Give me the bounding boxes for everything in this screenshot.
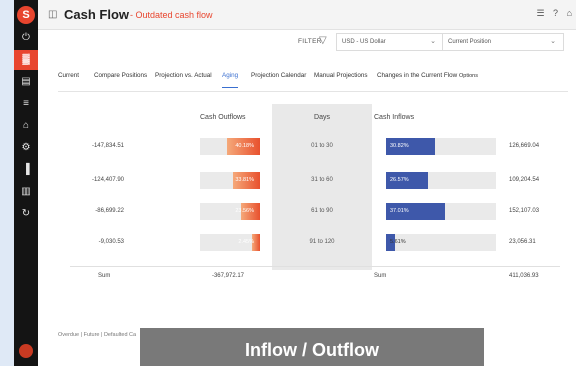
- currency-select-value: USD - US Dollar: [342, 39, 386, 45]
- page-title: Cash Flow: [64, 7, 130, 22]
- inflow-bar[interactable]: 30.82%: [386, 138, 436, 155]
- menu-icon[interactable]: ☰: [536, 8, 544, 18]
- outflow-amount: -9,030.53: [98, 239, 124, 245]
- inflow-bar-track: 26.57%: [386, 172, 496, 189]
- tab-projection-calendar[interactable]: Projection Calendar: [251, 72, 306, 79]
- header-actions: ☰ ? ⌂: [530, 8, 572, 19]
- tab-manual-projections[interactable]: Manual Projections: [314, 72, 368, 79]
- outflow-amount: -86,699.22: [95, 208, 124, 214]
- inflow-amount: 109,204.54: [509, 177, 540, 183]
- chevron-down-icon: ⌄: [430, 38, 436, 45]
- inflow-bar-track: 5.61%: [386, 234, 496, 251]
- outflow-bar[interactable]: 23.56%: [235, 203, 260, 220]
- inflow-bar[interactable]: 5.61%: [386, 234, 406, 251]
- page-status: - Outdated cash flow: [130, 10, 213, 20]
- file-icon[interactable]: ▥: [14, 182, 38, 202]
- outflow-bar-track: 33.81%: [200, 172, 260, 189]
- inflow-bar-track: 30.82%: [386, 138, 496, 155]
- days-column: [272, 104, 372, 270]
- tab-aging[interactable]: Aging: [222, 72, 239, 88]
- inflow-amount: 23,056.31: [509, 239, 536, 245]
- tab-changes-current-flow[interactable]: Changes in the Current Flow: [377, 72, 457, 79]
- outflow-percent: 33.81%: [235, 177, 254, 183]
- app-window: S ⏻ ▓ ▤ ≡ ⌂ ⚙ ▐ ▥ ↻ ◫ Cash Flow - Outdated cash …: [14, 0, 576, 366]
- sum-divider: [70, 266, 560, 267]
- days-range: 91 to 120: [309, 239, 335, 245]
- sum-label-inflow: Sum: [374, 273, 387, 279]
- chart-icon[interactable]: ▓: [14, 50, 38, 70]
- app-logo[interactable]: S: [17, 6, 35, 24]
- filter-icon[interactable]: ▽: [319, 35, 327, 46]
- inflow-percent: 5.61%: [390, 239, 406, 245]
- help-icon[interactable]: ?: [553, 8, 558, 18]
- outflow-bar[interactable]: 33.81%: [232, 172, 260, 189]
- user-icon[interactable]: ⌂: [567, 8, 572, 18]
- header-cash-inflows: Cash Inflows: [374, 114, 415, 121]
- outflow-amount: -147,834.51: [91, 143, 124, 149]
- outflow-bar-track: 2.45%: [200, 234, 260, 251]
- inflow-percent: 26.57%: [390, 177, 409, 183]
- position-select[interactable]: Current Position ⌄: [442, 33, 564, 51]
- position-select-value: Current Position: [448, 39, 492, 45]
- power-icon[interactable]: ⏻: [14, 28, 38, 48]
- inflow-amount: 152,107.03: [509, 208, 540, 214]
- inflow-bar[interactable]: 37.01%: [386, 203, 446, 220]
- caption-banner: Inflow / Outflow: [140, 328, 484, 366]
- header: ◫ Cash Flow - Outdated cash flow ☰ ? ⌂: [38, 0, 576, 30]
- inflow-percent: 30.82%: [390, 143, 409, 149]
- tab-projection-vs-actual[interactable]: Projection vs. Actual: [155, 72, 212, 79]
- sidebar: S ⏻ ▓ ▤ ≡ ⌂ ⚙ ▐ ▥ ↻: [14, 0, 38, 366]
- header-cash-outflows: Cash Outflows: [200, 114, 246, 121]
- tab-options[interactable]: Options: [459, 73, 478, 79]
- bank-icon[interactable]: ⌂: [14, 116, 38, 136]
- bars-icon[interactable]: ▐: [14, 160, 38, 180]
- user-badge-icon[interactable]: [19, 344, 33, 358]
- currency-select[interactable]: USD - US Dollar ⌄: [336, 33, 444, 51]
- status-legend[interactable]: Overdue | Future | Defaulted Ca: [58, 332, 136, 338]
- outflow-percent: 2.45%: [238, 239, 254, 245]
- outflow-bar-track: 40.18%: [200, 138, 260, 155]
- outflow-percent: 40.18%: [235, 143, 254, 149]
- inflow-percent: 37.01%: [390, 208, 409, 214]
- cashflow-chart-icon: ◫: [48, 9, 58, 20]
- days-range: 31 to 60: [311, 177, 333, 183]
- days-range: 61 to 90: [311, 208, 333, 214]
- outflow-bar-track: 23.56%: [200, 203, 260, 220]
- outflow-bar[interactable]: 2.45%: [238, 234, 260, 251]
- document-icon[interactable]: ▤: [14, 72, 38, 92]
- gear-icon[interactable]: ⚙: [14, 138, 38, 158]
- inflow-amount: 126,669.04: [509, 143, 540, 149]
- outflow-bar[interactable]: 40.18%: [227, 138, 260, 155]
- refresh-icon[interactable]: ↻: [14, 204, 38, 224]
- header-days: Days: [314, 114, 330, 121]
- sum-outflow: -367,972.17: [211, 273, 244, 279]
- inflow-bar[interactable]: 26.57%: [386, 172, 429, 189]
- outflow-percent: 23.56%: [235, 208, 254, 214]
- sum-label: Sum: [98, 273, 111, 279]
- tab-compare-positions[interactable]: Compare Positions: [94, 72, 147, 79]
- inflow-bar-track: 37.01%: [386, 203, 496, 220]
- chevron-down-icon: ⌄: [550, 38, 556, 45]
- sum-inflow: 411,036.93: [509, 273, 539, 279]
- outflow-amount: -124,407.90: [91, 177, 124, 183]
- days-range: 01 to 30: [311, 143, 333, 149]
- list-icon[interactable]: ≡: [14, 94, 38, 114]
- tab-bar: Current Compare Positions Projection vs.…: [58, 68, 568, 92]
- tab-current[interactable]: Current: [58, 72, 79, 79]
